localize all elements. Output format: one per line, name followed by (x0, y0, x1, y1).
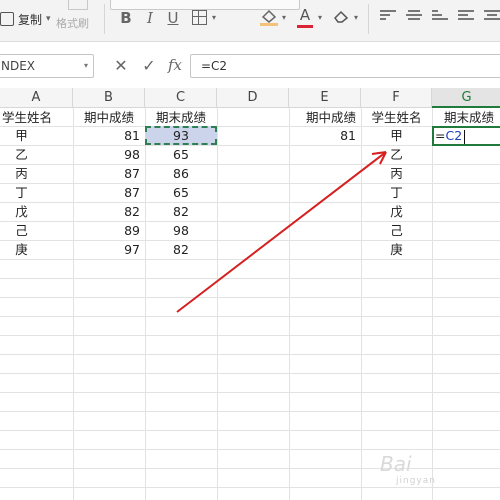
insert-function-button[interactable]: fx (164, 56, 186, 76)
table-cell-name[interactable]: 甲 (361, 126, 432, 145)
table-cell-midterm[interactable]: 87 (73, 164, 145, 183)
confirm-formula-button[interactable]: ✓ (138, 56, 160, 76)
toolbar-divider (368, 4, 369, 34)
table-cell-name[interactable]: 丁 (361, 183, 432, 202)
underline-button[interactable]: U (163, 8, 183, 28)
table-cell-midterm[interactable]: 82 (73, 202, 145, 221)
table-cell-final[interactable]: 82 (145, 202, 217, 221)
cell-reference: C2 (445, 128, 463, 143)
selected-cell-c2[interactable]: 93 (145, 126, 217, 145)
text-cursor (464, 129, 466, 144)
bold-button[interactable]: B (116, 8, 136, 28)
fill-color-swatch (260, 23, 278, 26)
table-cell-name[interactable]: 戊 (0, 202, 53, 221)
column-header-c[interactable]: C (145, 88, 217, 108)
formula-equals: = (435, 128, 446, 143)
font-color-button[interactable]: A (297, 6, 313, 28)
table-header-midterm[interactable]: 期中成绩 (73, 108, 145, 127)
align-bottom-icon[interactable] (432, 10, 448, 24)
align-top-icon[interactable] (380, 10, 396, 24)
name-box[interactable]: NDEX ▾ (0, 54, 94, 78)
ribbon-toolbar: 复制 ▾ 格式刷 B I U ▾ ▾ A ▾ ▾ (0, 0, 500, 42)
italic-button[interactable]: I (140, 8, 160, 28)
watermark-sub: jingyan (396, 476, 436, 486)
chevron-down-icon[interactable]: ▾ (282, 13, 286, 22)
formula-bar: NDEX ▾ ✕ ✓ fx =C2 (0, 42, 500, 88)
chevron-down-icon[interactable]: ▾ (318, 13, 322, 22)
table-cell-name[interactable]: 乙 (0, 145, 53, 164)
copy-button[interactable]: 复制 ▾ (0, 8, 51, 30)
copy-icon (0, 12, 14, 26)
copy-label: 复制 (18, 12, 43, 27)
table-cell-name[interactable]: 庚 (0, 240, 53, 259)
format-painter-icon (68, 0, 88, 10)
table-cell-midterm[interactable]: 81 (289, 126, 361, 145)
table-cell-final[interactable]: 82 (145, 240, 217, 259)
column-header-e[interactable]: E (289, 88, 361, 108)
font-color-swatch (297, 25, 313, 28)
watermark-logo: Bai jingyan (380, 452, 435, 486)
toolbar-divider (104, 4, 105, 34)
formula-input[interactable]: =C2 (190, 54, 500, 78)
table-cell-midterm[interactable]: 98 (73, 145, 145, 164)
fill-color-button[interactable] (260, 8, 278, 26)
table-cell-midterm[interactable]: 81 (73, 126, 145, 145)
active-cell-g2[interactable]: =C2 (432, 126, 500, 146)
table-cell-name[interactable]: 丙 (0, 164, 53, 183)
fill-color-icon (261, 9, 277, 23)
format-painter-label: 格式刷 (56, 17, 89, 30)
chevron-down-icon: ▾ (83, 61, 88, 70)
column-header-a[interactable]: A (0, 88, 73, 108)
table-header-name[interactable]: 学生姓名 (361, 108, 432, 127)
table-cell-name[interactable]: 戊 (361, 202, 432, 221)
table-cell-final[interactable]: 65 (145, 145, 217, 164)
column-header-f[interactable]: F (361, 88, 432, 108)
table-header-final[interactable]: 期末成绩 (145, 108, 217, 127)
column-header-row: A B C D E F G (0, 88, 500, 108)
borders-icon[interactable] (192, 10, 207, 25)
align-center-icon[interactable] (484, 10, 500, 24)
cancel-formula-button[interactable]: ✕ (111, 56, 131, 76)
table-cell-midterm[interactable]: 97 (73, 240, 145, 259)
table-cell-final[interactable]: 86 (145, 164, 217, 183)
table-header-name[interactable]: 学生姓名 (0, 108, 62, 127)
clear-format-icon (334, 10, 349, 23)
chevron-down-icon[interactable]: ▾ (354, 13, 358, 22)
table-cell-name[interactable]: 丙 (361, 164, 432, 183)
table-cell-name[interactable]: 乙 (361, 145, 432, 164)
format-painter-button[interactable]: 格式刷 (54, 0, 102, 36)
table-cell-name[interactable]: 己 (0, 221, 53, 240)
table-cell-name[interactable]: 甲 (0, 126, 53, 145)
column-header-d[interactable]: D (217, 88, 289, 108)
column-header-b[interactable]: B (73, 88, 145, 108)
table-cell-midterm[interactable]: 89 (73, 221, 145, 240)
clear-format-button[interactable] (333, 8, 349, 23)
font-color-icon: A (299, 6, 311, 24)
table-cell-name[interactable]: 丁 (0, 183, 53, 202)
watermark-text: Bai (380, 452, 412, 476)
chevron-down-icon[interactable]: ▾ (212, 13, 216, 22)
align-left-icon[interactable] (458, 10, 474, 24)
table-cell-name[interactable]: 己 (361, 221, 432, 240)
name-box-value: NDEX (1, 59, 36, 73)
align-middle-icon[interactable] (406, 10, 422, 24)
table-header-midterm[interactable]: 期中成绩 (289, 108, 361, 127)
table-header-final[interactable]: 期末成绩 (434, 108, 500, 127)
table-cell-final[interactable]: 98 (145, 221, 217, 240)
chevron-down-icon: ▾ (46, 14, 51, 24)
table-cell-name[interactable]: 庚 (361, 240, 432, 259)
column-header-g[interactable]: G (432, 88, 500, 108)
table-cell-midterm[interactable]: 87 (73, 183, 145, 202)
table-cell-final[interactable]: 65 (145, 183, 217, 202)
